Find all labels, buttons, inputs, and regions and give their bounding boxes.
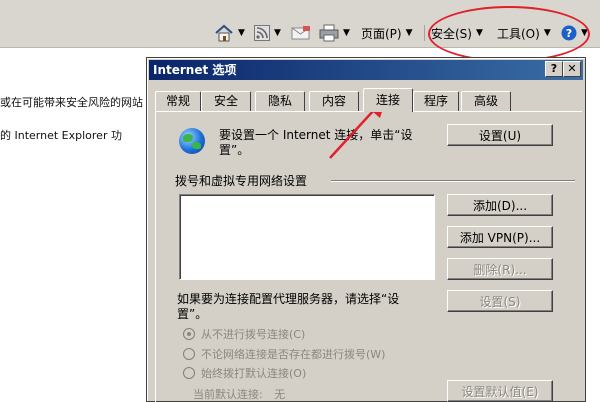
tab-connections[interactable]: 连接 [363, 88, 413, 112]
annotation-arrow [329, 96, 387, 159]
arrow-shaft [329, 109, 375, 159]
